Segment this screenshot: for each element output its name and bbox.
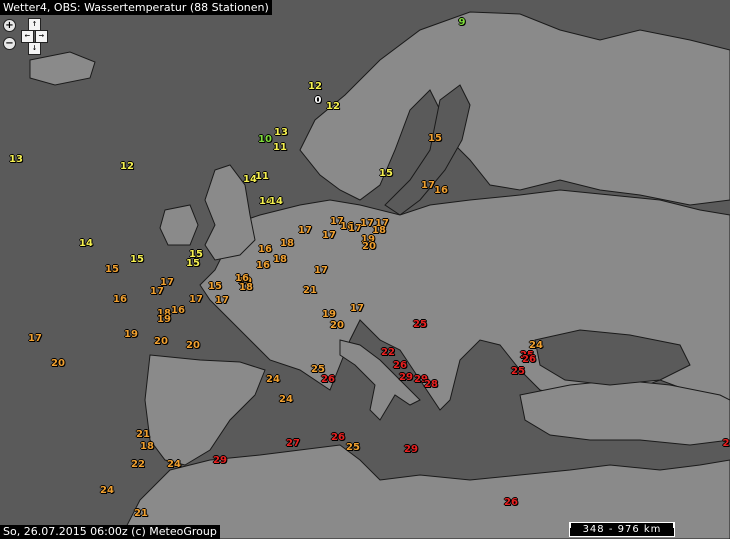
zoom-out-button[interactable]: − bbox=[3, 37, 16, 50]
station-label[interactable]: 17 bbox=[421, 181, 435, 191]
station-label[interactable]: 26 bbox=[504, 498, 518, 508]
station-label[interactable]: 27 bbox=[286, 439, 300, 449]
station-label[interactable]: 18 bbox=[239, 283, 253, 293]
station-label[interactable]: 29 bbox=[213, 456, 227, 466]
station-label[interactable]: 21 bbox=[303, 286, 317, 296]
station-label[interactable]: 21 bbox=[136, 430, 150, 440]
station-label[interactable]: 24 bbox=[167, 460, 181, 470]
station-label[interactable]: 15 bbox=[428, 134, 442, 144]
station-label[interactable]: 20 bbox=[51, 359, 65, 369]
station-label[interactable]: 28 bbox=[424, 380, 438, 390]
station-label[interactable]: 22 bbox=[381, 348, 395, 358]
station-label[interactable]: 26 bbox=[522, 355, 536, 365]
scale-bar: 348 - 976 km bbox=[569, 522, 675, 537]
station-label[interactable]: 13 bbox=[274, 128, 288, 138]
station-label[interactable]: 14 bbox=[269, 197, 283, 207]
station-label[interactable]: 24 bbox=[266, 375, 280, 385]
station-label[interactable]: 16 bbox=[434, 186, 448, 196]
station-label[interactable]: 25 bbox=[413, 320, 427, 330]
station-label[interactable]: 14 bbox=[79, 239, 93, 249]
station-label[interactable]: 16 bbox=[113, 295, 127, 305]
station-label[interactable]: 19 bbox=[124, 330, 138, 340]
station-label[interactable]: 29 bbox=[399, 373, 413, 383]
station-label[interactable]: 24 bbox=[279, 395, 293, 405]
station-label[interactable]: 25 bbox=[346, 443, 360, 453]
station-label[interactable]: 18 bbox=[140, 442, 154, 452]
station-label[interactable]: 17 bbox=[215, 296, 229, 306]
station-label[interactable]: 20 bbox=[330, 321, 344, 331]
station-label[interactable]: 2 bbox=[723, 439, 730, 449]
station-label[interactable]: 12 bbox=[120, 162, 134, 172]
station-label[interactable]: 17 bbox=[314, 266, 328, 276]
station-label[interactable]: 21 bbox=[134, 509, 148, 519]
station-label[interactable]: 17 bbox=[28, 334, 42, 344]
map-title: Wetter4, OBS: Wassertemperatur (88 Stati… bbox=[0, 0, 272, 15]
map-footer: So, 26.07.2015 06:00z (c) MeteoGroup bbox=[0, 525, 220, 539]
station-label[interactable]: 20 bbox=[362, 242, 376, 252]
station-label[interactable]: 11 bbox=[255, 172, 269, 182]
station-label[interactable]: 15 bbox=[130, 255, 144, 265]
zoom-in-button[interactable]: + bbox=[3, 19, 16, 32]
station-label[interactable]: 17 bbox=[150, 287, 164, 297]
station-label[interactable]: 20 bbox=[186, 341, 200, 351]
scale-tick-right bbox=[673, 523, 674, 528]
scale-label: 348 - 976 km bbox=[582, 524, 662, 535]
station-label[interactable]: 0 bbox=[315, 96, 322, 106]
station-label[interactable]: 15 bbox=[186, 259, 200, 269]
station-label[interactable]: 26 bbox=[331, 433, 345, 443]
station-label[interactable]: 18 bbox=[273, 255, 287, 265]
station-label[interactable]: 15 bbox=[379, 169, 393, 179]
station-label[interactable]: 15 bbox=[208, 282, 222, 292]
station-label[interactable]: 17 bbox=[298, 226, 312, 236]
station-label[interactable]: 12 bbox=[326, 102, 340, 112]
station-label[interactable]: 18 bbox=[280, 239, 294, 249]
station-label[interactable]: 26 bbox=[393, 361, 407, 371]
land-ireland bbox=[159, 204, 199, 246]
station-label[interactable]: 10 bbox=[258, 135, 272, 145]
station-label[interactable]: 12 bbox=[308, 82, 322, 92]
station-label[interactable]: 16 bbox=[256, 261, 270, 271]
station-label[interactable]: 16 bbox=[258, 245, 272, 255]
scale-tick-left bbox=[570, 523, 571, 528]
station-label[interactable]: 22 bbox=[131, 460, 145, 470]
station-label[interactable]: 24 bbox=[100, 486, 114, 496]
station-label[interactable]: 17 bbox=[189, 295, 203, 305]
station-label[interactable]: 13 bbox=[9, 155, 23, 165]
station-label[interactable]: 20 bbox=[154, 337, 168, 347]
station-label[interactable]: 17 bbox=[322, 231, 336, 241]
station-label[interactable]: 26 bbox=[321, 375, 335, 385]
weather-map[interactable]: 9 12 0 12 13 10 11 15 13 12 14 11 15 17 16 14 14 17 16 17 17… bbox=[0, 0, 730, 539]
station-label[interactable]: 17 bbox=[350, 304, 364, 314]
station-label[interactable]: 9 bbox=[459, 18, 466, 28]
station-label[interactable]: 25 bbox=[511, 367, 525, 377]
station-label[interactable]: 11 bbox=[273, 143, 287, 153]
pan-down-button[interactable]: ↓ bbox=[28, 42, 41, 55]
station-label[interactable]: 19 bbox=[322, 310, 336, 320]
station-label[interactable]: 29 bbox=[404, 445, 418, 455]
station-label[interactable]: 19 bbox=[157, 315, 171, 325]
station-label[interactable]: 15 bbox=[105, 265, 119, 275]
station-label[interactable]: 16 bbox=[171, 306, 185, 316]
